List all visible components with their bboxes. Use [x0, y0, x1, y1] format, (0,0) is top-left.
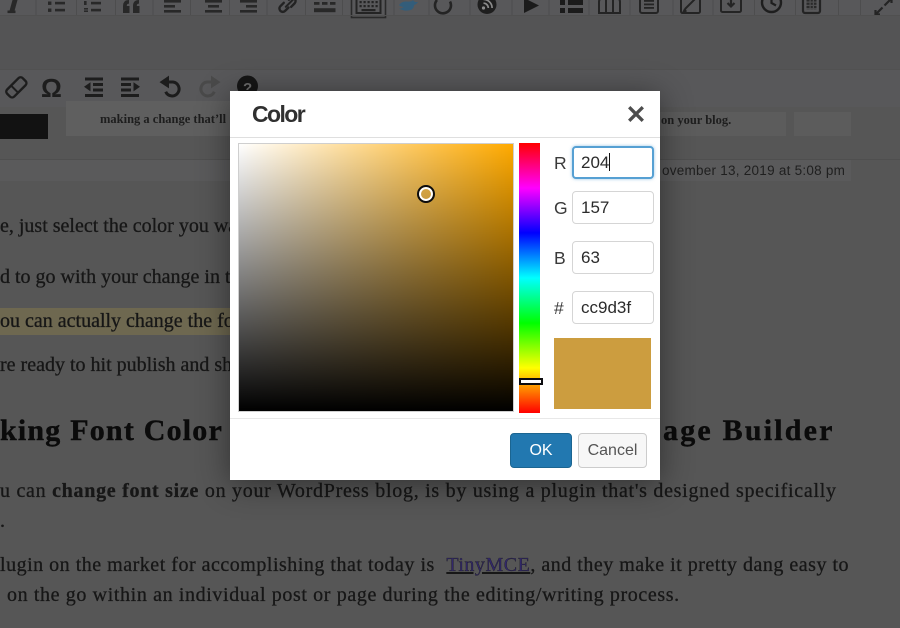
svg-text:Ω: Ω [41, 73, 62, 102]
